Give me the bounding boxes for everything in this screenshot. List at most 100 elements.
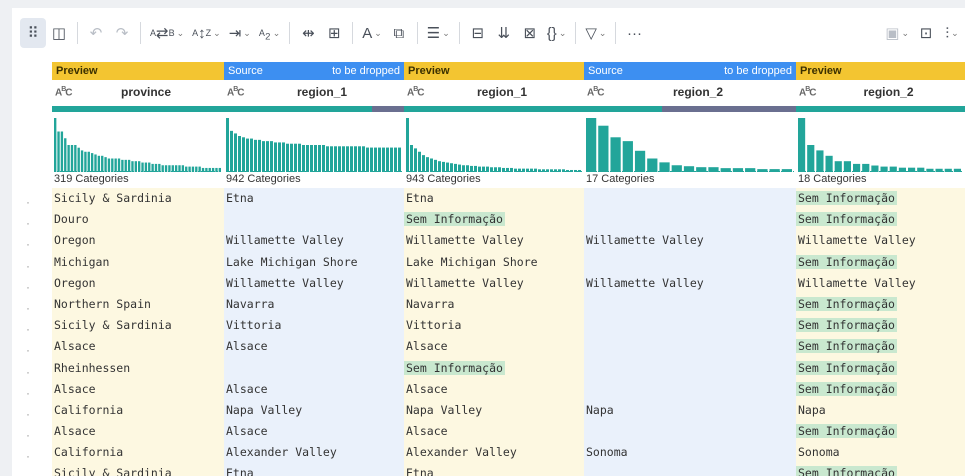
histogram-bar[interactable] [258, 139, 261, 172]
histogram-bar[interactable] [418, 151, 421, 172]
histogram-bar[interactable] [346, 146, 349, 172]
table-cell[interactable]: Willamette Valley [796, 230, 965, 251]
table-cell[interactable]: Navarra [404, 294, 584, 315]
histogram-bar[interactable] [598, 125, 609, 172]
histogram-bar[interactable] [144, 162, 148, 172]
histogram-bar[interactable] [101, 155, 104, 172]
missing-values-segment[interactable] [662, 106, 796, 112]
table-cell[interactable]: Douro [52, 209, 224, 230]
table-cell[interactable]: Willamette Valley [224, 273, 404, 294]
table-cell[interactable]: Alexander Valley [224, 442, 404, 463]
data-quality-bar[interactable] [404, 106, 584, 112]
histogram-bar[interactable] [57, 131, 60, 173]
row-marker[interactable]: · [12, 340, 52, 361]
json-icon[interactable]: {} ⌄ [543, 18, 571, 48]
histogram-bar[interactable] [807, 145, 815, 172]
table-cell[interactable]: Napa Valley [404, 400, 584, 421]
histogram-bar[interactable] [434, 159, 437, 172]
histogram-bar[interactable] [302, 145, 305, 172]
table-cell[interactable]: Alsace [224, 336, 404, 357]
table-cell[interactable] [584, 379, 796, 400]
histogram-bar[interactable] [181, 165, 185, 172]
table-cell[interactable]: Sem Informação [796, 294, 965, 315]
table-cell[interactable]: Willamette Valley [404, 230, 584, 251]
table-cell[interactable]: Sem Informação [796, 252, 965, 273]
histogram-bar[interactable] [446, 162, 449, 172]
table-cell[interactable]: Alsace [52, 336, 224, 357]
histogram-bar[interactable] [671, 165, 682, 172]
histogram-bar[interactable] [154, 163, 158, 172]
table-cell[interactable]: Rheinhessen [52, 358, 224, 379]
category-histogram[interactable] [798, 114, 963, 172]
histogram-bar[interactable] [374, 147, 377, 172]
histogram-bar[interactable] [60, 131, 64, 173]
histogram-bar[interactable] [458, 164, 461, 172]
table-cell[interactable]: Willamette Valley [224, 230, 404, 251]
category-histogram[interactable] [586, 114, 794, 172]
table-cell[interactable]: Etna [224, 188, 404, 209]
column-type-icon[interactable]: ☰ ⌄ [423, 18, 454, 48]
table-cell[interactable] [584, 336, 796, 357]
table-cell[interactable] [584, 358, 796, 379]
row-marker[interactable]: · [12, 446, 52, 467]
histogram-bar[interactable] [843, 161, 851, 172]
table-cell[interactable]: Sicily & Sardinia [52, 188, 224, 209]
histogram-bar[interactable] [262, 141, 265, 172]
column-header[interactable]: ABC region_1 [224, 80, 404, 104]
histogram-bar[interactable] [90, 153, 94, 172]
histogram-bar[interactable] [816, 150, 824, 172]
histogram-bar[interactable] [290, 143, 293, 172]
missing-values-segment[interactable] [371, 106, 404, 112]
histogram-bar[interactable] [161, 165, 164, 172]
table-cell[interactable]: California [52, 400, 224, 421]
table-cell[interactable]: Alsace [404, 379, 584, 400]
table-cell[interactable]: Sem Informação [796, 421, 965, 442]
table-cell[interactable]: Sem Informação [796, 188, 965, 209]
histogram-bar[interactable] [104, 157, 107, 172]
row-marker[interactable]: · [12, 383, 52, 404]
histogram-bar[interactable] [310, 145, 313, 172]
histogram-bar[interactable] [94, 154, 97, 172]
table-cell[interactable]: Willamette Valley [404, 273, 584, 294]
column-header[interactable]: ABC region_1 [404, 80, 584, 104]
formula-icon[interactable]: ⊟ [465, 18, 491, 48]
histogram-bar[interactable] [454, 163, 457, 172]
row-marker[interactable]: · [12, 234, 52, 255]
column-header[interactable]: ABC region_2 [584, 80, 796, 104]
table-cell[interactable]: Alsace [52, 379, 224, 400]
histogram-bar[interactable] [134, 161, 137, 172]
text-format-icon[interactable]: A ⌄ [358, 18, 386, 48]
category-histogram[interactable] [226, 114, 402, 172]
histogram-bar[interactable] [350, 146, 353, 172]
row-marker[interactable]: · [12, 192, 52, 213]
undo-icon[interactable]: ↶ [83, 18, 109, 48]
data-quality-bar[interactable] [796, 106, 965, 112]
histogram-bar[interactable] [234, 133, 237, 172]
histogram-bar[interactable] [148, 162, 151, 172]
histogram-bar[interactable] [111, 158, 114, 173]
rename-icon[interactable]: A ₂ ⌄ [255, 18, 284, 48]
table-cell[interactable]: Sem Informação [796, 336, 965, 357]
move-column-icon[interactable]: ⇥ ⌄ [225, 18, 255, 48]
table-cell[interactable]: Willamette Valley [584, 230, 796, 251]
histogram-bar[interactable] [230, 130, 233, 172]
filter-icon[interactable]: ▽ ⌄ [581, 18, 610, 48]
histogram-bar[interactable] [67, 145, 70, 172]
histogram-bar[interactable] [254, 139, 257, 172]
table-cell[interactable]: Lake Michigan Shore [404, 252, 584, 273]
string-type-icon[interactable]: ABC [587, 86, 623, 98]
copy-format-icon[interactable]: ⧉ [386, 18, 412, 48]
histogram-bar[interactable] [124, 159, 127, 172]
string-type-icon[interactable]: ABC [55, 86, 91, 98]
table-cell[interactable]: Alexander Valley [404, 442, 584, 463]
histogram-bar[interactable] [114, 158, 117, 173]
histogram-bar[interactable] [80, 150, 84, 172]
histogram-bar[interactable] [438, 161, 441, 172]
row-marker[interactable]: · [12, 213, 52, 234]
table-cell[interactable]: Vittoria [224, 315, 404, 336]
histogram-bar[interactable] [77, 147, 80, 172]
table-cell[interactable]: Alsace [224, 421, 404, 442]
histogram-bar[interactable] [138, 161, 141, 172]
histogram-bar[interactable] [342, 146, 345, 172]
histogram-bar[interactable] [318, 145, 321, 172]
